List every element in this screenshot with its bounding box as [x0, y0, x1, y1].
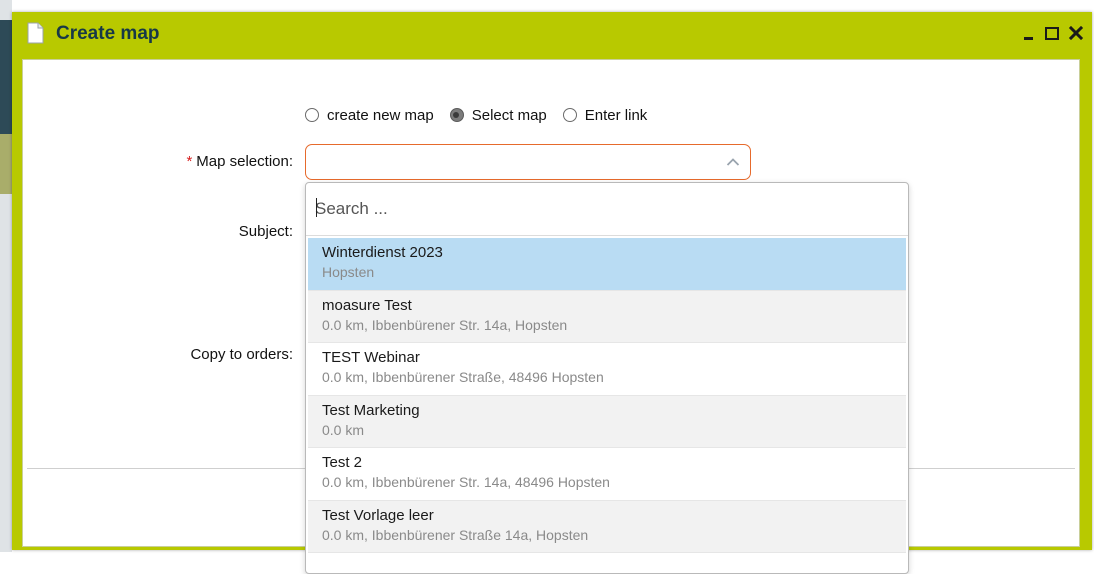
maximize-icon[interactable] [1044, 22, 1060, 44]
map-option[interactable]: Test Marketing 0.0 km [308, 395, 906, 448]
required-marker: * [186, 153, 193, 170]
radio-button-icon[interactable] [562, 108, 577, 122]
map-option-detail: 0.0 km [322, 421, 365, 438]
background-panel [0, 20, 12, 134]
radio-label: create new map [327, 106, 434, 124]
background-panel-accent [0, 134, 12, 194]
map-option-name: TEST Webinar [322, 349, 420, 366]
map-selection-label: * Map selection: [186, 153, 293, 170]
document-icon [27, 22, 44, 44]
map-option-detail: 0.0 km, Ibbenbürener Straße, 48496 Hopst… [322, 369, 604, 385]
copy-to-orders-label: Copy to orders: [190, 346, 293, 363]
map-option-name: moasure Test [322, 296, 412, 314]
map-search-input[interactable] [311, 188, 903, 230]
map-option-name: Test Vorlage leer [322, 506, 434, 524]
map-option[interactable]: Test 2 0.0 km, Ibbenbürener Str. 14a, 48… [308, 448, 906, 501]
minimize-icon[interactable] [1020, 22, 1036, 44]
radio-label: Select map [471, 106, 547, 124]
map-type-radio-group: create new map Select map Enter link [305, 104, 663, 126]
map-option-detail: 0.0 km, Ibbenbürener Str. 14a, Hopsten [322, 316, 568, 333]
radio-enter-link[interactable]: Enter link [562, 106, 648, 124]
map-option[interactable]: Winterdienst 2023 Hopsten [308, 238, 906, 291]
map-option-name: Winterdienst 2023 [322, 244, 443, 261]
map-selection-dropdown[interactable] [305, 144, 751, 180]
map-option-detail: Hopsten [322, 264, 375, 280]
radio-select-map[interactable]: Select map [449, 106, 547, 124]
map-option-name: Test 2 [322, 454, 363, 471]
search-separator [306, 235, 908, 236]
map-options-list: Winterdienst 2023 Hopsten moasure Test 0… [308, 238, 906, 553]
map-option-name: Test Marketing [322, 401, 420, 419]
text-cursor [316, 198, 317, 217]
radio-button-selected-icon[interactable] [449, 108, 464, 122]
close-icon[interactable] [1068, 22, 1084, 44]
radio-create-new-map[interactable]: create new map [305, 107, 434, 124]
map-selection-label-text: Map selection: [196, 153, 293, 170]
map-option[interactable]: Test Vorlage leer 0.0 km, Ibbenbürener S… [308, 500, 906, 553]
map-option-detail: 0.0 km, Ibbenbürener Str. 14a, 48496 Hop… [322, 474, 610, 490]
background-page [0, 0, 12, 552]
dialog-title: Create map [56, 23, 160, 44]
map-option[interactable]: moasure Test 0.0 km, Ibbenbürener Str. 1… [308, 290, 906, 343]
map-option-detail: 0.0 km, Ibbenbürener Straße 14a, Hopsten [322, 526, 589, 543]
map-option[interactable]: TEST Webinar 0.0 km, Ibbenbürener Straße… [308, 343, 906, 396]
chevron-up-icon[interactable] [726, 155, 740, 169]
dialog-titlebar[interactable]: Create map [12, 12, 1092, 59]
subject-label: Subject: [238, 223, 293, 240]
radio-label: Enter link [584, 106, 648, 124]
radio-button-icon[interactable] [305, 108, 319, 122]
map-selection-listbox: Winterdienst 2023 Hopsten moasure Test 0… [305, 182, 909, 574]
